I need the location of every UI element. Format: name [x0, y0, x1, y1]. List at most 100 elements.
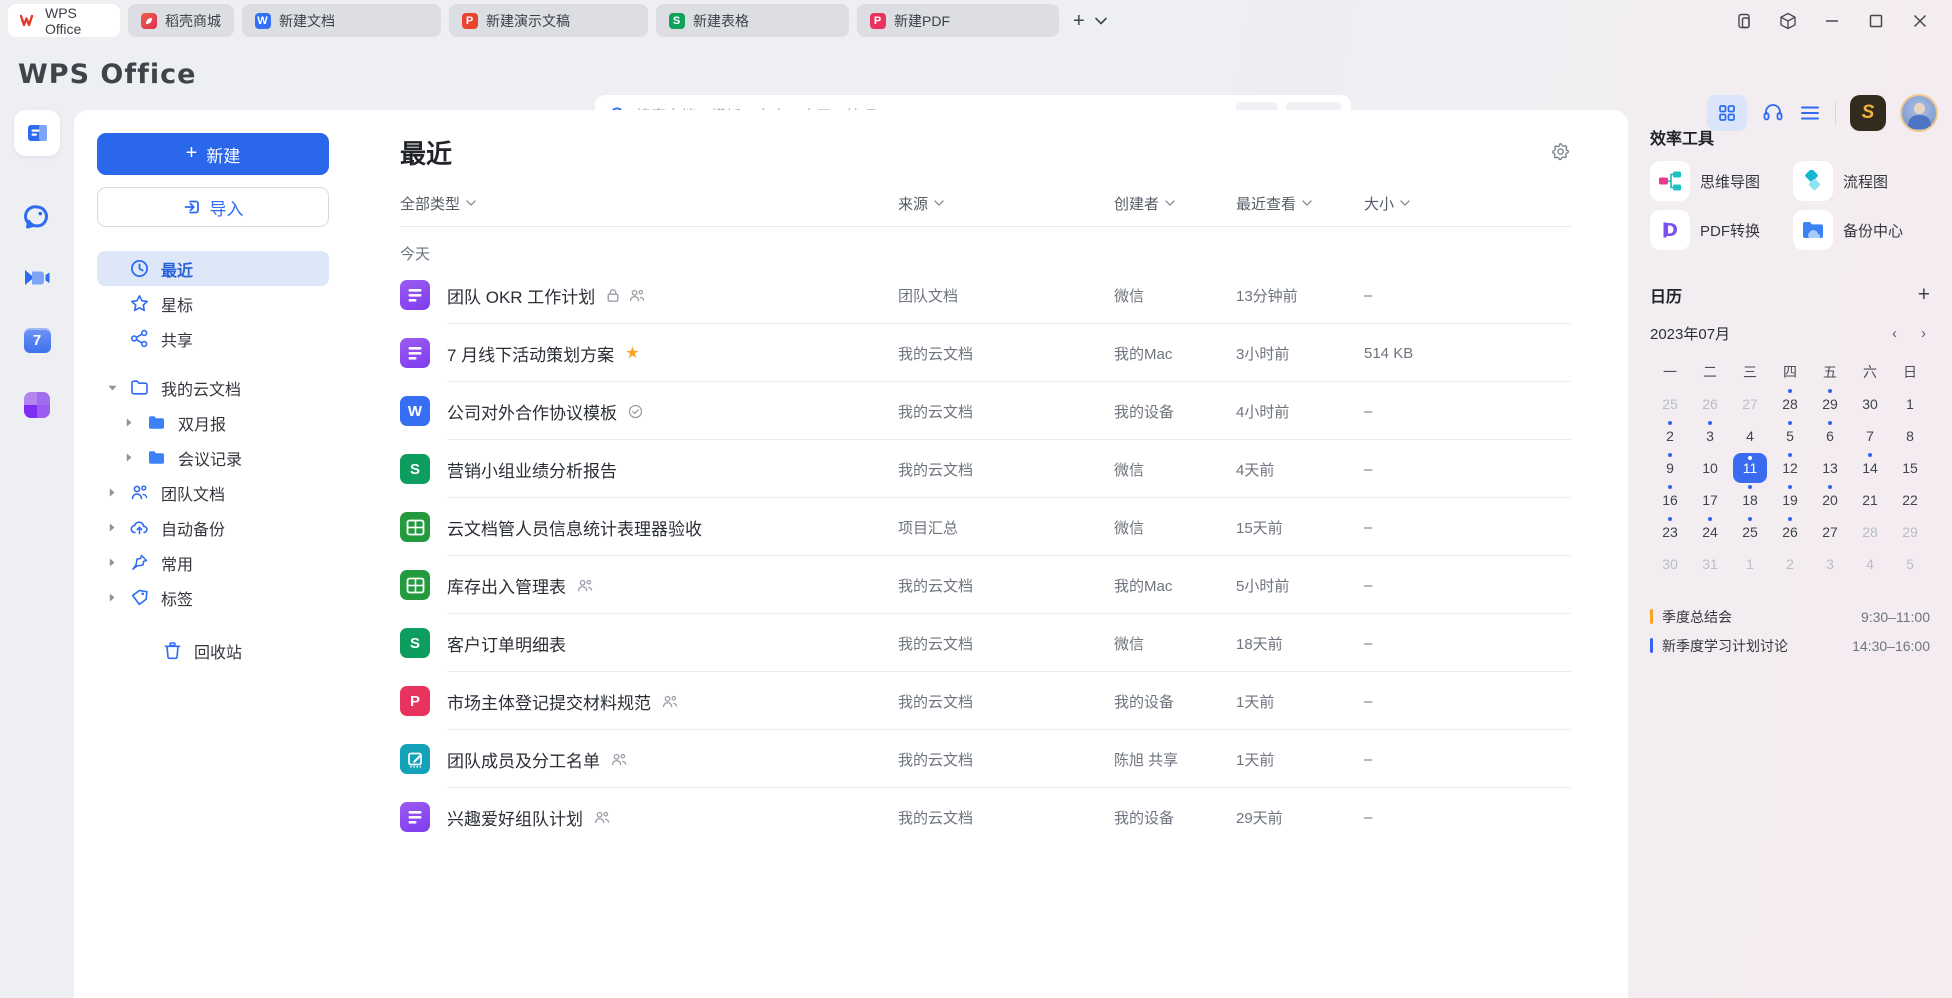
sidebar-tree-item-4[interactable]: 自动备份: [97, 510, 329, 545]
calendar-day-selected[interactable]: 11: [1730, 452, 1770, 484]
rail-chat-icon[interactable]: [14, 194, 60, 240]
calendar-day[interactable]: 26: [1770, 516, 1810, 548]
calendar-day[interactable]: 4: [1730, 420, 1770, 452]
calendar-day[interactable]: 8: [1890, 420, 1930, 452]
sidebar-tree-item-0[interactable]: 我的云文档: [97, 370, 329, 405]
import-button[interactable]: 导入: [97, 187, 329, 227]
tab-list-chevron-icon[interactable]: [1095, 17, 1107, 25]
new-tab-button[interactable]: +: [1073, 11, 1085, 31]
calendar-day[interactable]: 20: [1810, 484, 1850, 516]
tab-0[interactable]: WPS Office: [8, 4, 120, 37]
calendar-day[interactable]: 14: [1850, 452, 1890, 484]
calendar-day[interactable]: 26: [1690, 388, 1730, 420]
sidebar-item-trash[interactable]: 回收站: [97, 633, 329, 668]
calendar-day[interactable]: 15: [1890, 452, 1930, 484]
caret-right-icon[interactable]: [105, 558, 119, 567]
calendar-day[interactable]: 3: [1810, 548, 1850, 580]
support-headset-icon[interactable]: [1761, 101, 1785, 125]
rail-apps-icon[interactable]: [14, 382, 60, 428]
file-row-0[interactable]: 团队 OKR 工作计划 团队文档 微信 13分钟前 –: [400, 266, 1571, 324]
tab-3[interactable]: P 新建演示文稿: [449, 4, 648, 37]
calendar-day[interactable]: 1: [1730, 548, 1770, 580]
file-row-5[interactable]: 库存出入管理表 我的云文档 我的Mac 5小时前 –: [400, 556, 1571, 614]
calendar-day[interactable]: 5: [1770, 420, 1810, 452]
calendar-next-button[interactable]: ›: [1921, 325, 1926, 342]
calendar-day[interactable]: 31: [1690, 548, 1730, 580]
filter-4[interactable]: 大小: [1364, 193, 1410, 214]
calendar-day[interactable]: 13: [1810, 452, 1850, 484]
tool-3[interactable]: 备份中心: [1793, 210, 1930, 250]
calendar-day[interactable]: 7: [1850, 420, 1890, 452]
calendar-day[interactable]: 2: [1770, 548, 1810, 580]
workspace-cube-icon[interactable]: [1770, 5, 1806, 37]
sidebar-tree-item-2[interactable]: 会议记录: [114, 440, 346, 475]
calendar-day[interactable]: 24: [1690, 516, 1730, 548]
file-row-1[interactable]: 7 月线下活动策划方案★ 我的云文档 我的Mac 3小时前 514 KB: [400, 324, 1571, 382]
maximize-button[interactable]: [1858, 5, 1894, 37]
sidebar-item-2[interactable]: 共享: [97, 321, 329, 356]
calendar-day[interactable]: 29: [1810, 388, 1850, 420]
add-event-button[interactable]: +: [1918, 283, 1930, 307]
file-row-4[interactable]: 云文档管人员信息统计表理器验收 项目汇总 微信 15天前 –: [400, 498, 1571, 556]
calendar-day[interactable]: 1: [1890, 388, 1930, 420]
calendar-day[interactable]: 12: [1770, 452, 1810, 484]
calendar-day[interactable]: 27: [1810, 516, 1850, 548]
star-icon[interactable]: ★: [625, 345, 639, 362]
calendar-day[interactable]: 30: [1850, 388, 1890, 420]
calendar-day[interactable]: 18: [1730, 484, 1770, 516]
tool-2[interactable]: D PDF转换: [1650, 210, 1793, 250]
tool-1[interactable]: 流程图: [1793, 161, 1930, 201]
tab-1[interactable]: 稻壳商城: [128, 4, 234, 37]
calendar-day[interactable]: 6: [1810, 420, 1850, 452]
caret-right-icon[interactable]: [122, 418, 136, 427]
tool-0[interactable]: 思维导图: [1650, 161, 1793, 201]
calendar-day[interactable]: 21: [1850, 484, 1890, 516]
close-button[interactable]: [1902, 5, 1938, 37]
calendar-day[interactable]: 27: [1730, 388, 1770, 420]
filter-1[interactable]: 来源: [898, 193, 944, 214]
calendar-prev-button[interactable]: ‹: [1892, 325, 1897, 342]
calendar-day[interactable]: 30: [1650, 548, 1690, 580]
file-row-2[interactable]: W 公司对外合作协议模板 我的云文档 我的设备 4小时前 –: [400, 382, 1571, 440]
caret-right-icon[interactable]: [105, 488, 119, 497]
file-row-6[interactable]: S 客户订单明细表 我的云文档 微信 18天前 –: [400, 614, 1571, 672]
calendar-day[interactable]: 9: [1650, 452, 1690, 484]
calendar-day[interactable]: 2: [1650, 420, 1690, 452]
filter-3[interactable]: 最近查看: [1236, 193, 1312, 214]
caret-right-icon[interactable]: [105, 593, 119, 602]
event-1[interactable]: 新季度学习计划讨论 14:30–16:00: [1650, 631, 1930, 660]
minimize-button[interactable]: [1814, 5, 1850, 37]
file-row-7[interactable]: P 市场主体登记提交材料规范 我的云文档 我的设备 1天前 –: [400, 672, 1571, 730]
tab-4[interactable]: S 新建表格: [656, 4, 849, 37]
calendar-day[interactable]: 17: [1690, 484, 1730, 516]
star-icon[interactable]: ★: [625, 343, 639, 363]
calendar-day[interactable]: 5: [1890, 548, 1930, 580]
sidebar-tree-item-3[interactable]: 团队文档: [97, 475, 329, 510]
calendar-day[interactable]: 19: [1770, 484, 1810, 516]
calendar-day[interactable]: 28: [1850, 516, 1890, 548]
rail-calendar-icon[interactable]: 7: [14, 317, 60, 363]
calendar-day[interactable]: 28: [1770, 388, 1810, 420]
file-row-3[interactable]: S 营销小组业绩分析报告 我的云文档 微信 4天前 –: [400, 440, 1571, 498]
calendar-day[interactable]: 25: [1730, 516, 1770, 548]
rail-meeting-icon[interactable]: [14, 255, 60, 301]
calendar-day[interactable]: 10: [1690, 452, 1730, 484]
menu-icon[interactable]: [1799, 104, 1821, 122]
calendar-day[interactable]: 23: [1650, 516, 1690, 548]
tab-5[interactable]: P 新建PDF: [857, 4, 1059, 37]
tab-2[interactable]: W 新建文档: [242, 4, 441, 37]
calendar-day[interactable]: 16: [1650, 484, 1690, 516]
calendar-day[interactable]: 25: [1650, 388, 1690, 420]
list-settings-gear-icon[interactable]: [1551, 142, 1571, 162]
calendar-day[interactable]: 3: [1690, 420, 1730, 452]
sidebar-item-0[interactable]: 最近: [97, 251, 329, 286]
file-row-8[interactable]: 团队成员及分工名单 我的云文档 陈旭 共享 1天前 –: [400, 730, 1571, 788]
sidebar-item-1[interactable]: 星标: [97, 286, 329, 321]
sidebar-tree-item-1[interactable]: 双月报: [114, 405, 346, 440]
file-row-9[interactable]: 兴趣爱好组队计划 我的云文档 我的设备 29天前 –: [400, 788, 1571, 846]
rail-documents-icon[interactable]: [14, 110, 60, 156]
caret-down-icon[interactable]: [105, 385, 119, 391]
filter-2[interactable]: 创建者: [1114, 193, 1175, 214]
sidebar-tree-item-5[interactable]: 常用: [97, 545, 329, 580]
sidebar-tree-item-6[interactable]: 标签: [97, 580, 329, 615]
